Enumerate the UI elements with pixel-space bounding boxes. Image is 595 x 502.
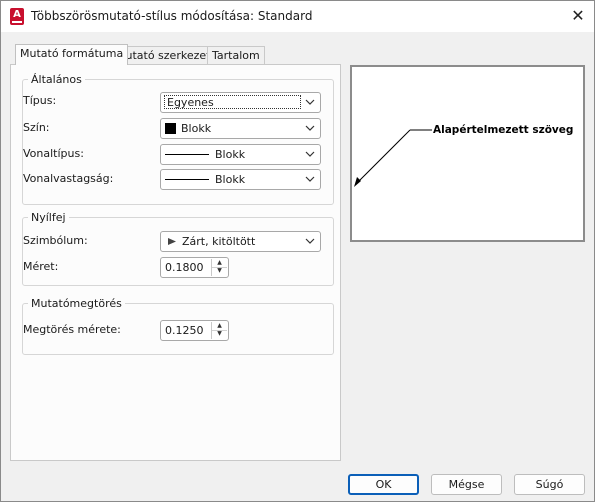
leader-line [355, 129, 411, 185]
leader-preview-drawing: Alapértelmezett szöveg [354, 124, 573, 187]
linetype-value: Blokk [215, 148, 246, 161]
symbol-value: Zárt, kitöltött [182, 235, 256, 248]
chevron-down-icon [305, 99, 315, 105]
dialog-title: Többszörösmutató-stílus módosítása: Stan… [31, 9, 313, 23]
lineweight-label: Vonalvastagság: [23, 172, 114, 185]
spin-down-icon[interactable]: ▼ [212, 330, 227, 338]
closed-filled-arrow-icon [168, 238, 176, 245]
break-size-value: 0.1250 [165, 324, 204, 337]
arrowhead-icon [354, 177, 361, 187]
type-label: Típus: [23, 94, 57, 107]
chevron-down-icon [305, 176, 315, 182]
ok-button[interactable]: OK [348, 474, 419, 495]
chevron-down-icon [305, 151, 315, 157]
linetype-label: Vonaltípus: [23, 147, 84, 160]
break-size-spinner-buttons: ▲ ▼ [211, 322, 227, 339]
size-spinner[interactable]: 0.1800 ▲ ▼ [160, 257, 229, 278]
help-button[interactable]: Súgó [514, 474, 585, 495]
cancel-button[interactable]: Mégse [431, 474, 502, 495]
type-value: Egyenes [167, 96, 214, 109]
symbol-dropdown[interactable]: Zárt, kitöltött [160, 231, 321, 252]
spin-down-icon[interactable]: ▼ [212, 267, 227, 275]
color-value: Blokk [181, 122, 212, 135]
color-label: Szín: [23, 121, 50, 134]
color-swatch [165, 123, 176, 134]
lineweight-dropdown[interactable]: Blokk [160, 169, 321, 190]
landing-break-legend: Mutatómegtörés [28, 297, 125, 310]
tab-panel: Általános Típus: Egyenes Szín: Blokk Von… [10, 64, 341, 461]
title-bar: A Többszörösmutató-stílus módosítása: St… [1, 1, 594, 32]
preview-text: Alapértelmezett szöveg [433, 124, 573, 136]
arrowhead-legend: Nyílfej [28, 211, 69, 224]
break-size-spinner[interactable]: 0.1250 ▲ ▼ [160, 320, 229, 341]
lineweight-sample [165, 179, 209, 180]
dialog-window: A Többszörösmutató-stílus módosítása: St… [0, 0, 595, 502]
autocad-app-icon: A [10, 8, 24, 25]
size-value: 0.1800 [165, 261, 204, 274]
break-size-label: Megtörés mérete: [23, 323, 121, 336]
chevron-down-icon [305, 125, 315, 131]
color-dropdown[interactable]: Blokk [160, 118, 321, 139]
chevron-down-icon [305, 238, 315, 244]
close-button[interactable]: ✕ [566, 5, 590, 27]
lineweight-value: Blokk [215, 173, 246, 186]
size-spinner-buttons: ▲ ▼ [211, 259, 227, 276]
symbol-label: Szimbólum: [23, 234, 88, 247]
linetype-dropdown[interactable]: Blokk [160, 144, 321, 165]
type-dropdown[interactable]: Egyenes [160, 92, 321, 113]
tab-leader-format[interactable]: Mutató formátuma [15, 44, 129, 65]
leader-preview: Alapértelmezett szöveg [350, 65, 585, 242]
general-legend: Általános [28, 73, 85, 86]
tab-content[interactable]: Tartalom [207, 46, 265, 64]
size-label: Méret: [23, 260, 59, 273]
linetype-sample [165, 154, 209, 155]
